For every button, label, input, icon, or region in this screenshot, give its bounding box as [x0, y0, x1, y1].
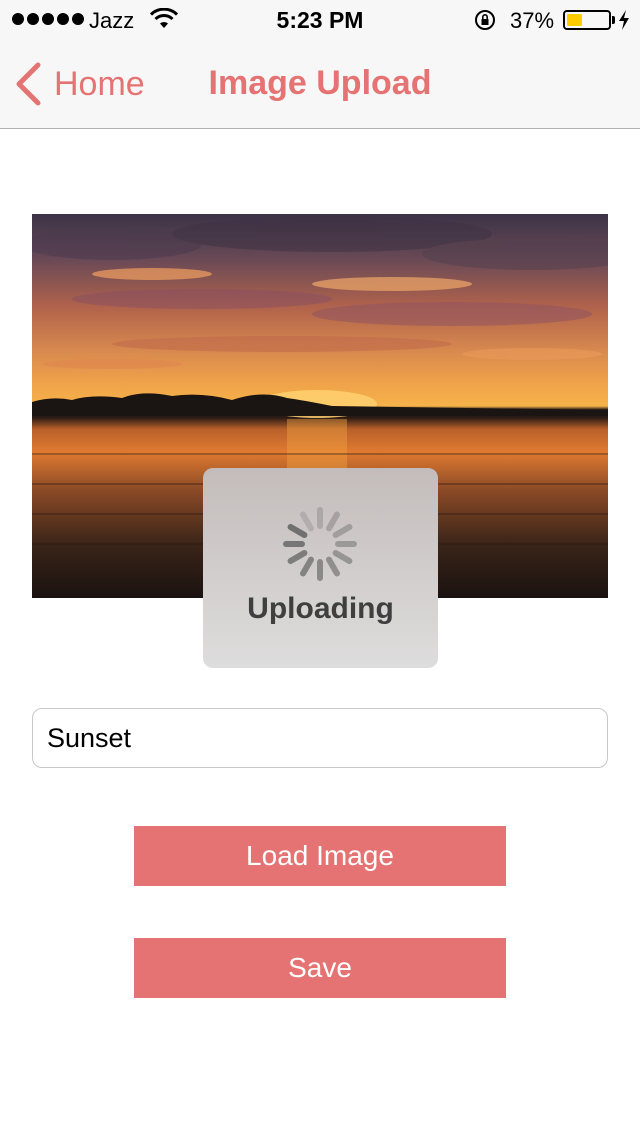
- rotation-lock-icon: [475, 10, 495, 30]
- spinner-spoke: [300, 556, 314, 577]
- battery-percent: 37%: [510, 8, 555, 33]
- spinner-spoke: [332, 524, 353, 538]
- spinner-spoke: [287, 524, 308, 538]
- status-bar: Jazz 5:23 PM 37%: [0, 0, 640, 40]
- screen: Jazz 5:23 PM 37% Home Image Upload Uploa…: [0, 0, 640, 1136]
- chevron-left-icon: [16, 62, 41, 106]
- uploading-progress-hud: Uploading: [203, 468, 438, 668]
- charging-bolt-icon: [619, 10, 629, 30]
- battery-tip: [612, 16, 615, 24]
- navigation-bar: Home Image Upload: [0, 40, 640, 129]
- back-button-label: Home: [54, 64, 145, 103]
- uploading-label: Uploading: [247, 592, 394, 625]
- back-button[interactable]: Home: [14, 62, 145, 106]
- spinner-spoke: [300, 511, 314, 532]
- save-button[interactable]: Save: [134, 938, 506, 998]
- activity-spinner-icon: [283, 507, 357, 581]
- spinner-spoke: [326, 556, 340, 577]
- image-name-input[interactable]: [32, 708, 608, 768]
- spinner-spoke: [326, 511, 340, 532]
- page-title: Image Upload: [208, 64, 432, 102]
- battery-level-fill: [567, 14, 582, 26]
- load-image-button[interactable]: Load Image: [134, 826, 506, 886]
- spinner-spoke: [287, 550, 308, 564]
- battery-icon: [563, 10, 611, 30]
- spinner-spoke: [332, 550, 353, 564]
